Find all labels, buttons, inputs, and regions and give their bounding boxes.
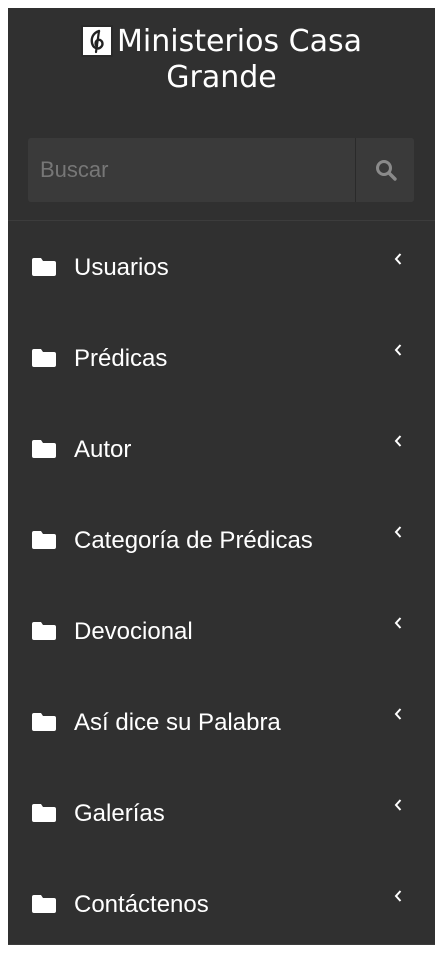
folder-icon [32,895,56,913]
sidebar-item-label: Devocional [74,618,193,645]
folder-icon [32,622,56,640]
sidebar-item-asi-dice-su-palabra[interactable]: Así dice su Palabra [8,676,435,767]
sidebar-menu: Usuarios Prédicas Autor Categoría de Pré… [8,221,435,945]
brand-title: Ministerios Casa Grande [8,24,435,96]
search-icon [376,160,397,181]
chevron-left-icon [394,890,402,902]
chevron-left-icon [394,799,402,811]
sidebar-item-predicas[interactable]: Prédicas [8,312,435,403]
search-button[interactable] [355,138,414,202]
folder-icon [32,258,56,276]
sidebar-item-label: Contáctenos [74,891,209,918]
sidebar-item-label: Galerías [74,800,165,827]
search-input[interactable] [28,138,354,202]
sidebar-item-label: Autor [74,436,132,463]
folder-icon [32,349,56,367]
sidebar-item-label: Así dice su Palabra [74,709,281,736]
sidebar: Ministerios Casa Grande Usuarios Prédica… [8,8,435,945]
sidebar-item-label: Usuarios [74,254,169,281]
sidebar-item-autor[interactable]: Autor [8,403,435,494]
chevron-left-icon [394,435,402,447]
folder-icon [32,531,56,549]
brand-title-line2: Grande [166,60,277,95]
chevron-left-icon [394,708,402,720]
brand[interactable]: Ministerios Casa Grande [8,8,435,148]
sidebar-item-contactenos[interactable]: Contáctenos [8,858,435,945]
chevron-left-icon [394,344,402,356]
brand-title-line1: Ministerios Casa [117,24,362,59]
music-note-logo-icon [81,25,114,57]
sidebar-item-label: Categoría de Prédicas [74,527,313,554]
search-bar [28,138,414,202]
sidebar-item-devocional[interactable]: Devocional [8,585,435,676]
chevron-left-icon [394,253,402,265]
sidebar-item-galerias[interactable]: Galerías [8,767,435,858]
sidebar-item-label: Prédicas [74,345,168,372]
sidebar-item-usuarios[interactable]: Usuarios [8,221,435,312]
chevron-left-icon [394,617,402,629]
chevron-left-icon [394,526,402,538]
folder-icon [32,804,56,822]
sidebar-item-categoria-predicas[interactable]: Categoría de Prédicas [8,494,435,585]
folder-icon [32,713,56,731]
folder-icon [32,440,56,458]
divider [8,944,435,945]
